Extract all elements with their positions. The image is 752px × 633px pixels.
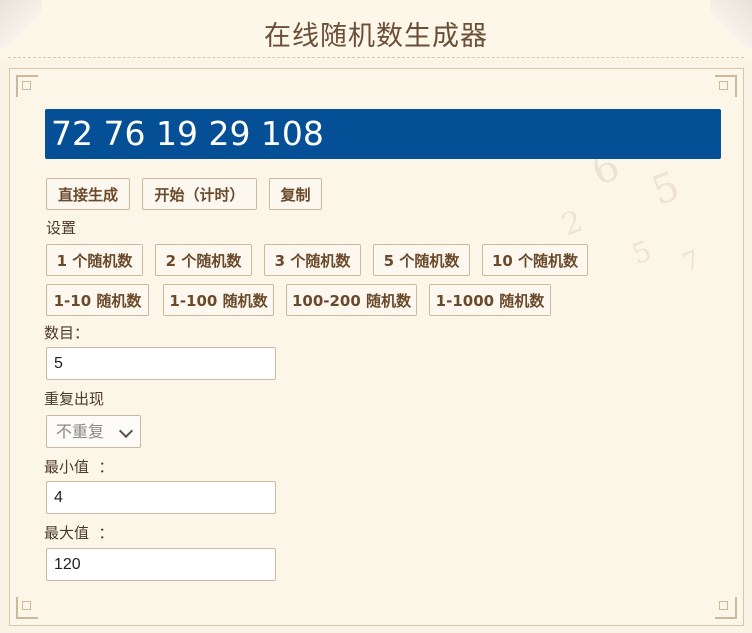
frame-corner-ornament [16,75,38,97]
count-input[interactable]: 5 [46,347,276,380]
generate-button[interactable]: 直接生成 [46,178,130,210]
preset-range-1-100-button[interactable]: 1-100 随机数 [163,284,274,316]
page: 在线随机数生成器 6 5 2 5 7 72 76 19 29 108 直接生成 … [0,0,752,633]
count-label: 数目： [44,324,90,342]
copy-button[interactable]: 复制 [269,178,322,210]
generator-panel: 6 5 2 5 7 72 76 19 29 108 直接生成 开始（计时） 复制… [9,68,744,626]
max-input[interactable]: 120 [46,548,276,581]
settings-label: 设置 [46,219,77,237]
divider [8,57,744,58]
header: 在线随机数生成器 [0,0,752,60]
start-timed-button[interactable]: 开始（计时） [142,178,257,210]
result-display: 72 76 19 29 108 [45,109,721,159]
preset-range-100-200-button[interactable]: 100-200 随机数 [286,284,417,316]
min-input[interactable]: 4 [46,481,276,514]
repeat-select-value: 不重复 [56,422,105,441]
frame-corner-ornament [16,597,38,619]
page-title: 在线随机数生成器 [264,21,488,52]
preset-range-1-10-button[interactable]: 1-10 随机数 [46,284,149,316]
frame-corner-ornament [715,597,737,619]
preset-3-random-button[interactable]: 3 个随机数 [264,244,361,276]
max-label: 最大值 ： [44,524,114,542]
repeat-select[interactable]: 不重复 [46,415,141,448]
preset-5-random-button[interactable]: 5 个随机数 [373,244,470,276]
frame-corner-ornament [715,75,737,97]
preset-10-random-button[interactable]: 10 个随机数 [482,244,588,276]
repeat-label: 重复出现 [44,390,105,408]
preset-range-1-1000-button[interactable]: 1-1000 随机数 [429,284,551,316]
preset-1-random-button[interactable]: 1 个随机数 [46,244,143,276]
chevron-down-icon [118,423,134,439]
min-label: 最小值 ： [44,458,114,476]
preset-2-random-button[interactable]: 2 个随机数 [155,244,252,276]
